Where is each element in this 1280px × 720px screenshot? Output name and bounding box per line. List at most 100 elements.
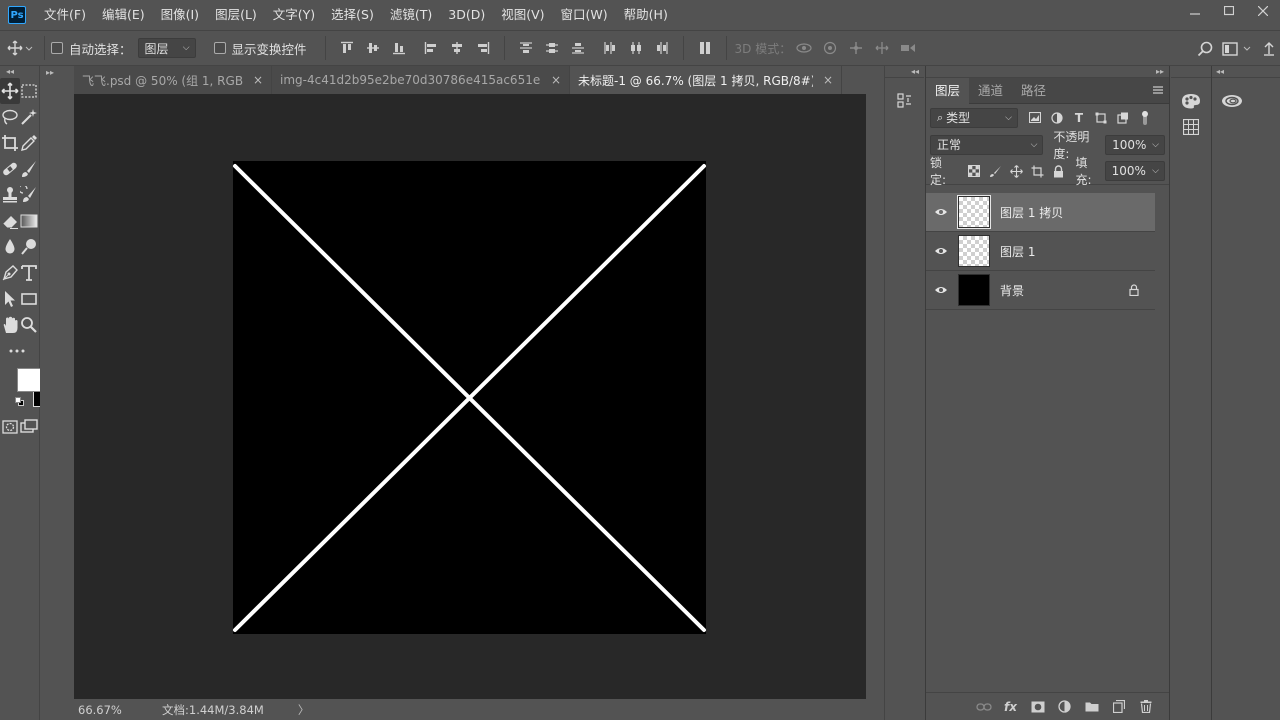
menu-file[interactable]: 文件(F): [36, 0, 94, 30]
collapse-arrows-icon[interactable]: ◂◂: [0, 66, 39, 78]
align-hcenter-icon[interactable]: [444, 36, 470, 60]
lasso-tool-icon[interactable]: [0, 104, 20, 130]
panel-menu-icon[interactable]: [1153, 84, 1163, 98]
pixel-filter-icon[interactable]: [1024, 108, 1046, 128]
lock-artboard-icon[interactable]: [1027, 161, 1048, 181]
3d-roll-icon[interactable]: [817, 36, 843, 60]
status-menu-arrow[interactable]: 〉: [298, 702, 310, 718]
tab-channels[interactable]: 通道: [969, 78, 1012, 104]
menu-view[interactable]: 视图(V): [493, 0, 552, 30]
quick-mask-icon[interactable]: [0, 414, 20, 440]
tab-layers[interactable]: 图层: [926, 77, 970, 104]
pen-tool-icon[interactable]: [0, 260, 20, 286]
foreground-color-swatch[interactable]: [17, 368, 41, 392]
healing-brush-tool-icon[interactable]: [0, 156, 20, 182]
show-transform-checkbox[interactable]: [213, 42, 226, 54]
more-tools-icon[interactable]: [0, 338, 34, 364]
auto-select-dropdown[interactable]: 图层 ⌵: [137, 38, 196, 58]
close-window-button[interactable]: [1246, 0, 1280, 22]
blur-tool-icon[interactable]: [0, 234, 20, 260]
magic-wand-tool-icon[interactable]: [20, 104, 40, 130]
visibility-eye-icon[interactable]: [926, 285, 956, 295]
shape-filter-icon[interactable]: [1090, 108, 1112, 128]
menu-filter[interactable]: 滤镜(T): [382, 0, 440, 30]
menu-image[interactable]: 图像(I): [153, 0, 207, 30]
close-icon[interactable]: ×: [551, 73, 561, 87]
blend-mode-dropdown[interactable]: 正常 ⌵: [930, 134, 1044, 155]
menu-type[interactable]: 文字(Y): [265, 0, 323, 30]
expand-arrows-icon[interactable]: ◂◂: [1212, 66, 1280, 78]
align-vcenter-icon[interactable]: [360, 36, 386, 60]
type-filter-icon[interactable]: T: [1068, 108, 1090, 128]
distribute-bottom-icon[interactable]: [565, 36, 591, 60]
color-palette-icon[interactable]: [1171, 88, 1211, 114]
maximize-button[interactable]: [1212, 0, 1246, 22]
marquee-tool-icon[interactable]: [20, 78, 40, 104]
distribute-top-icon[interactable]: [513, 36, 539, 60]
clone-stamp-tool-icon[interactable]: [0, 182, 20, 208]
distribute-left-icon[interactable]: [597, 36, 623, 60]
move-tool-icon[interactable]: [0, 78, 20, 104]
move-tool-preset-button[interactable]: [0, 40, 40, 56]
add-mask-icon[interactable]: [1024, 701, 1051, 713]
layer-filter-dropdown[interactable]: ⌕ 类型 ⌵: [930, 107, 1018, 128]
new-layer-icon[interactable]: [1105, 700, 1132, 713]
menu-select[interactable]: 选择(S): [323, 0, 382, 30]
menu-layer[interactable]: 图层(L): [207, 0, 265, 30]
expand-arrows-icon[interactable]: ▸▸: [46, 68, 54, 77]
creative-cloud-libraries-icon[interactable]: [1212, 88, 1252, 114]
visibility-eye-icon[interactable]: [926, 246, 956, 256]
distribute-vcenter-icon[interactable]: [539, 36, 565, 60]
zoom-tool-icon[interactable]: [20, 312, 40, 338]
new-adjustment-layer-icon[interactable]: [1051, 700, 1078, 713]
collapse-arrows-icon[interactable]: ◂◂: [885, 66, 924, 78]
auto-select-checkbox[interactable]: [51, 42, 63, 54]
type-tool-icon[interactable]: [20, 260, 40, 286]
3d-scale-icon[interactable]: [895, 36, 921, 60]
crop-tool-icon[interactable]: [0, 130, 20, 156]
search-icon[interactable]: [1192, 41, 1218, 57]
adjustment-filter-icon[interactable]: [1046, 108, 1068, 128]
brush-tool-icon[interactable]: [20, 156, 40, 182]
history-panel-icon[interactable]: [885, 88, 925, 114]
distribute-hcenter-icon[interactable]: [623, 36, 649, 60]
menu-edit[interactable]: 编辑(E): [94, 0, 153, 30]
tab-paths[interactable]: 路径: [1012, 78, 1055, 104]
workspace-switcher-icon[interactable]: [1218, 42, 1258, 56]
swatches-grid-icon[interactable]: [1171, 114, 1211, 140]
gradient-tool-icon[interactable]: [20, 208, 40, 234]
dodge-tool-icon[interactable]: [20, 234, 40, 260]
history-brush-tool-icon[interactable]: [20, 182, 40, 208]
visibility-eye-icon[interactable]: [926, 207, 956, 217]
opacity-input[interactable]: 100% ⌵: [1105, 134, 1165, 155]
lock-position-icon[interactable]: [1006, 161, 1027, 181]
close-icon[interactable]: ×: [253, 73, 263, 87]
fill-input[interactable]: 100% ⌵: [1104, 161, 1165, 181]
hand-tool-icon[interactable]: [0, 312, 20, 338]
link-layers-icon[interactable]: [970, 702, 997, 712]
zoom-level[interactable]: 66.67%: [78, 703, 158, 717]
layer-style-fx-button[interactable]: fx: [997, 700, 1024, 714]
eyedropper-tool-icon[interactable]: [20, 130, 40, 156]
minimize-button[interactable]: [1178, 0, 1212, 22]
new-group-folder-icon[interactable]: [1078, 701, 1105, 712]
eraser-tool-icon[interactable]: [0, 208, 20, 234]
canvas-workspace[interactable]: [74, 94, 866, 699]
lock-transparent-icon[interactable]: [963, 161, 984, 181]
lock-all-icon[interactable]: [1048, 161, 1069, 181]
collapse-arrows-icon[interactable]: ▸▸: [926, 66, 1169, 78]
rectangle-tool-icon[interactable]: [20, 286, 40, 312]
lock-pixels-icon[interactable]: [984, 161, 1005, 181]
align-bottom-icon[interactable]: [386, 36, 412, 60]
3d-pan-icon[interactable]: [843, 36, 869, 60]
tab-img-jpg[interactable]: img-4c41d2b95e2be70d30786e415ac651e7.jpg…: [272, 66, 570, 94]
path-selection-tool-icon[interactable]: [0, 286, 20, 312]
screen-mode-icon[interactable]: [20, 414, 40, 440]
tab-feifei-psd[interactable]: 飞飞.psd @ 50% (组 1, RGB/... ×: [74, 66, 272, 94]
menu-window[interactable]: 窗口(W): [553, 0, 616, 30]
align-top-icon[interactable]: [334, 36, 360, 60]
tab-untitled-1[interactable]: 未标题-1 @ 66.7% (图层 1 拷贝, RGB/8#) * ×: [570, 66, 842, 94]
share-icon[interactable]: [1258, 42, 1280, 56]
align-right-icon[interactable]: [470, 36, 496, 60]
align-left-icon[interactable]: [418, 36, 444, 60]
